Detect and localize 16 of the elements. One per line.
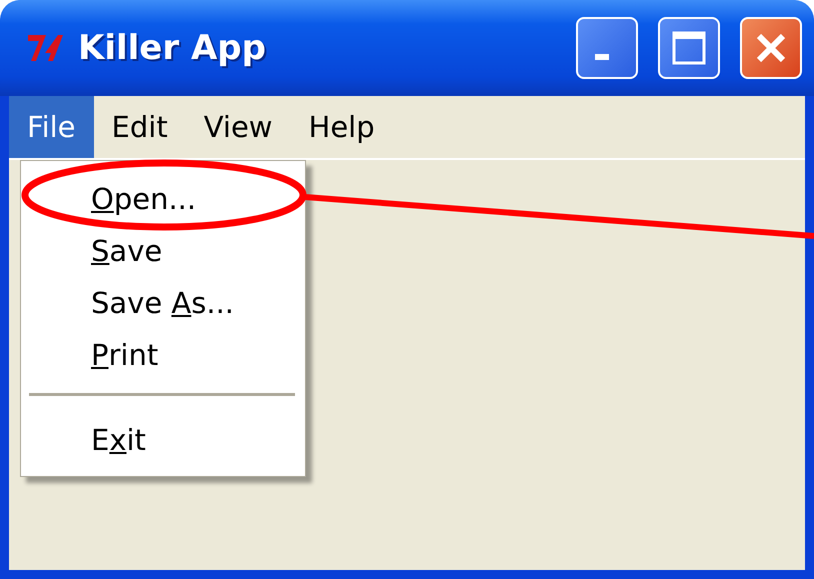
menu-item[interactable]: View	[186, 96, 291, 158]
menu-item[interactable]: Edit	[94, 96, 186, 158]
maximize-icon	[671, 30, 707, 66]
menu-item[interactable]: Help	[290, 96, 393, 158]
menu-option[interactable]: Exit	[21, 414, 305, 466]
minimize-icon	[595, 54, 609, 60]
close-button[interactable]	[740, 17, 802, 79]
minimize-button[interactable]	[576, 17, 638, 79]
menu-option[interactable]: Open...	[21, 173, 305, 225]
maximize-button[interactable]	[658, 17, 720, 79]
menu-option[interactable]: Save	[21, 225, 305, 277]
menu-option[interactable]: Print	[21, 329, 305, 381]
window-title: Killer App	[78, 28, 267, 68]
close-icon	[754, 31, 788, 65]
menu-item[interactable]: File	[9, 96, 94, 158]
menu-option[interactable]: Save As...	[21, 277, 305, 329]
